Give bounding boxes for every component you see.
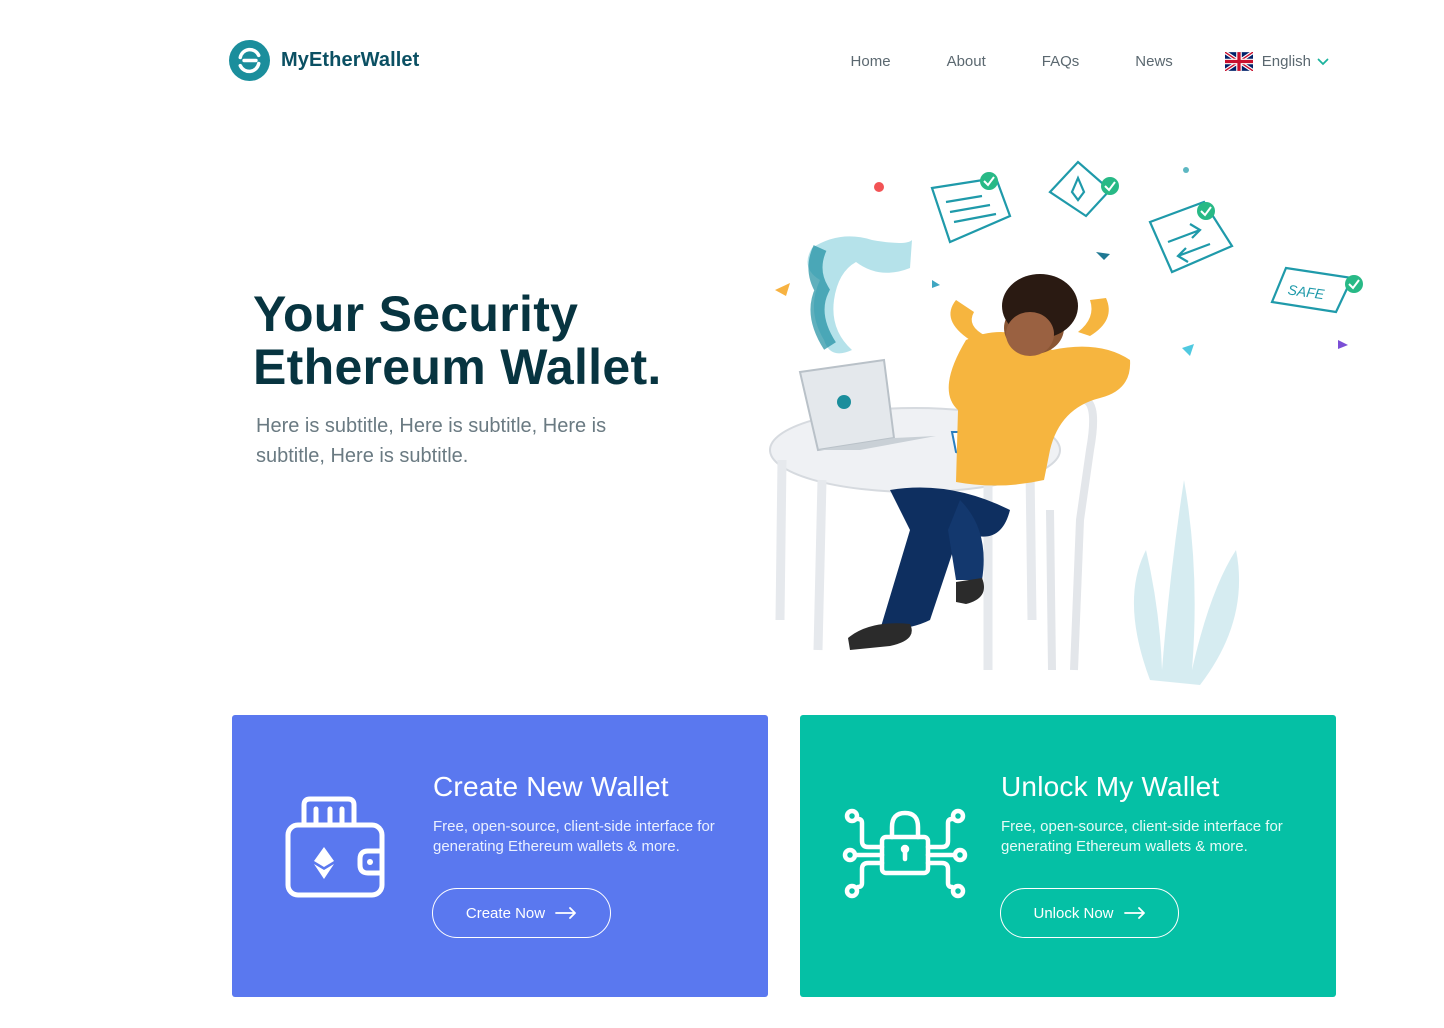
unlock-now-button[interactable]: Unlock Now	[1000, 888, 1179, 938]
confetti-shard	[932, 280, 940, 288]
confetti-dot	[1183, 167, 1189, 173]
hero-illustration: SAFE	[769, 160, 1363, 685]
language-label: English	[1261, 53, 1311, 70]
site-header: MyEtherWallet Home About FAQs News Engli…	[0, 0, 1444, 124]
arm-left	[950, 300, 986, 340]
hero-title: Your Security Ethereum Wallet.	[253, 288, 662, 394]
create-wallet-description: Free, open-source, client-side interface…	[433, 818, 715, 855]
arrow-right-icon	[1123, 907, 1145, 919]
unlock-now-label: Unlock Now	[1033, 904, 1114, 922]
document-card-icon	[930, 172, 1012, 244]
unlock-wallet-description: Free, open-source, client-side interface…	[1001, 818, 1283, 855]
arm-right	[1078, 298, 1109, 336]
brand-logo[interactable]: MyEtherWallet	[229, 40, 419, 81]
uk-flag-icon	[1224, 52, 1253, 71]
nav-home[interactable]: Home	[851, 53, 891, 70]
laptop-logo	[837, 395, 851, 409]
language-selector[interactable]: English	[1224, 52, 1329, 71]
wallet-ethereum-icon	[285, 796, 385, 898]
shirt	[948, 332, 1131, 486]
unlock-wallet-title: Unlock My Wallet	[1001, 771, 1220, 802]
plant-leaves	[1133, 480, 1240, 685]
hero-title-line1: Your Security	[253, 286, 579, 342]
confetti-shard	[1338, 340, 1348, 349]
nav-about[interactable]: About	[947, 53, 986, 70]
confetti-shard	[1096, 252, 1110, 260]
shoe-front	[848, 623, 912, 650]
unlock-wallet-card: Unlock My Wallet Free, open-source, clie…	[800, 715, 1336, 997]
shoe-back	[956, 578, 984, 604]
confetti-shard	[775, 283, 790, 296]
confetti-dot	[874, 182, 884, 192]
chevron-down-icon	[1317, 58, 1329, 65]
confetti-shard	[1182, 344, 1194, 356]
arrow-right-icon	[555, 907, 576, 919]
logo-mark-icon	[229, 40, 270, 81]
ethereum-card-icon	[1048, 160, 1119, 218]
transfer-card-icon	[1148, 200, 1234, 274]
hero-title-line2: Ethereum Wallet.	[253, 339, 662, 395]
nav-news[interactable]: News	[1135, 53, 1173, 70]
create-now-label: Create Now	[465, 904, 546, 922]
create-wallet-title: Create New Wallet	[433, 771, 669, 802]
nav-faqs[interactable]: FAQs	[1042, 53, 1080, 70]
main-nav: Home About FAQs News English	[851, 52, 1329, 71]
safe-card-icon: SAFE	[1270, 266, 1363, 314]
brand-name: MyEtherWallet	[281, 49, 420, 71]
create-now-button[interactable]: Create Now	[432, 888, 611, 938]
hero-subtitle: Here is subtitle, Here is subtitle, Here…	[256, 415, 607, 467]
create-wallet-card: Create New Wallet Free, open-source, cli…	[232, 715, 768, 997]
circuit-lock-icon	[842, 808, 968, 899]
face-front	[1006, 312, 1054, 356]
